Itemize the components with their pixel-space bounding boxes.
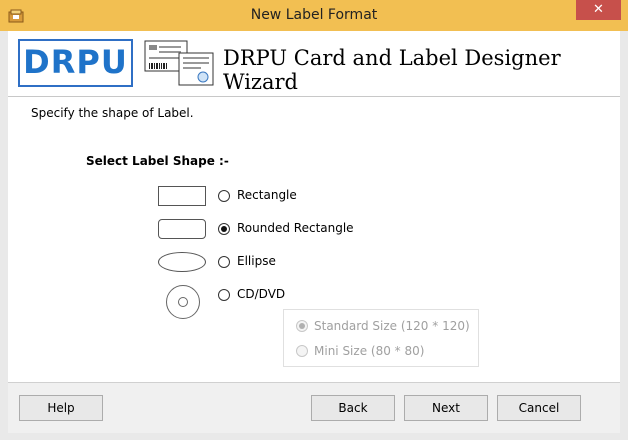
standard-size-label: Standard Size (120 * 120) [314, 319, 470, 333]
window-title: New Label Format [250, 7, 378, 23]
shape-option-cd-dvd[interactable]: CD/DVD [158, 285, 458, 319]
wizard-title: DRPU Card and Label Designer Wizard [223, 46, 561, 94]
rectangle-shape-preview [158, 186, 206, 206]
rectangle-radio[interactable] [218, 190, 230, 202]
ellipse-shape-preview [158, 252, 206, 272]
logo-text: DRPU [23, 43, 128, 81]
shape-option-rectangle[interactable]: Rectangle [158, 186, 458, 208]
rounded-rectangle-shape-preview [158, 219, 206, 239]
cancel-button[interactable]: Cancel [497, 395, 581, 421]
wizard-body: Specify the shape of Label. Select Label… [8, 97, 620, 382]
cd-size-option-mini: Mini Size (80 * 80) [296, 343, 476, 359]
next-button[interactable]: Next [404, 395, 488, 421]
ellipse-radio[interactable] [218, 256, 230, 268]
help-button[interactable]: Help [19, 395, 103, 421]
cd-size-group: Standard Size (120 * 120) Mini Size (80 … [283, 309, 479, 367]
shape-option-rounded-rectangle[interactable]: Rounded Rectangle [158, 219, 458, 241]
standard-size-radio [296, 320, 308, 332]
ellipse-label[interactable]: Ellipse [237, 254, 276, 268]
section-label: Select Label Shape :- [86, 154, 229, 168]
mini-size-label: Mini Size (80 * 80) [314, 344, 425, 358]
close-button[interactable]: ✕ [576, 0, 621, 20]
wizard-window: DRPU DRPU Card and Label Designer Wizard… [8, 31, 620, 433]
mini-size-radio [296, 345, 308, 357]
drpu-logo: DRPU [18, 39, 133, 87]
rectangle-label[interactable]: Rectangle [237, 188, 297, 202]
cd-dvd-radio[interactable] [218, 289, 230, 301]
rounded-rectangle-radio[interactable] [218, 223, 230, 235]
instruction-text: Specify the shape of Label. [31, 106, 194, 120]
back-button[interactable]: Back [311, 395, 395, 421]
cd-dvd-label[interactable]: CD/DVD [237, 287, 285, 301]
rounded-rectangle-label[interactable]: Rounded Rectangle [237, 221, 354, 235]
wizard-header: DRPU DRPU Card and Label Designer Wizard [8, 31, 620, 94]
title-bar: New Label Format ✕ [0, 0, 628, 31]
cd-size-option-standard: Standard Size (120 * 120) [296, 318, 476, 334]
cd-dvd-shape-preview [166, 285, 200, 319]
label-cards-icon [144, 40, 214, 86]
shape-option-ellipse[interactable]: Ellipse [158, 252, 458, 274]
button-bar: Help Back Next Cancel [8, 382, 620, 433]
